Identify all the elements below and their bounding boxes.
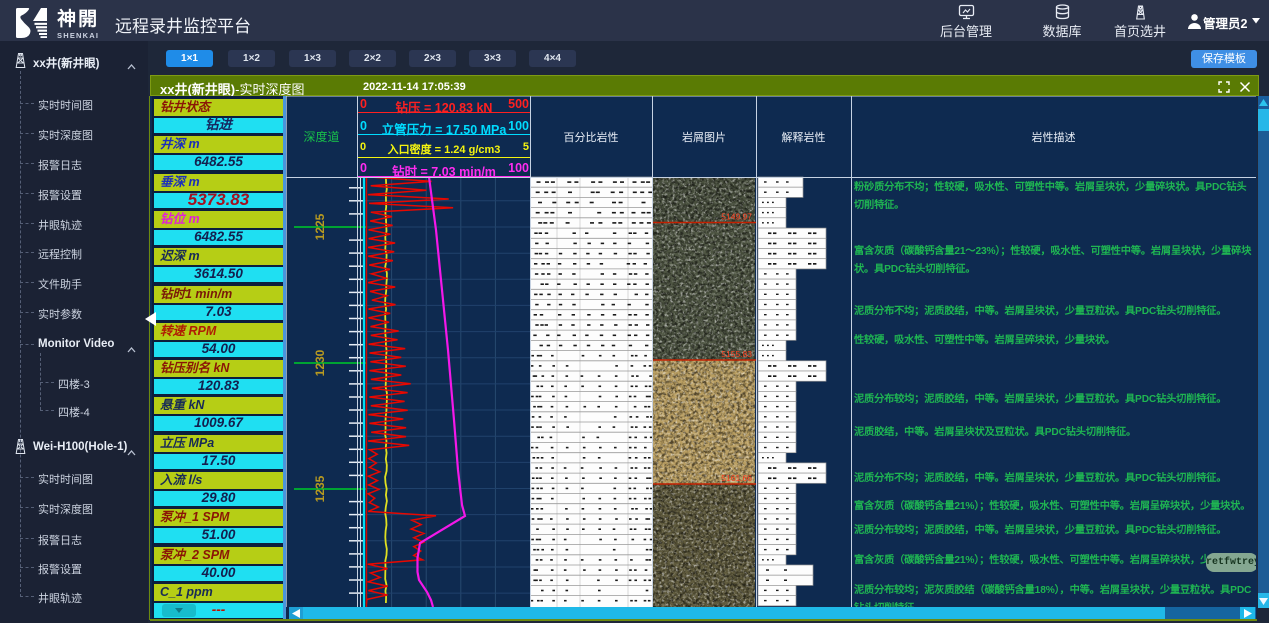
svg-text:5155.83: 5155.83	[721, 349, 752, 359]
svg-text:5161.66: 5161.66	[721, 473, 752, 483]
svg-text:5149.97: 5149.97	[721, 212, 752, 222]
svg-text:1225: 1225	[313, 213, 327, 240]
svg-text:1230: 1230	[313, 349, 327, 376]
svg-text:1235: 1235	[313, 475, 327, 502]
